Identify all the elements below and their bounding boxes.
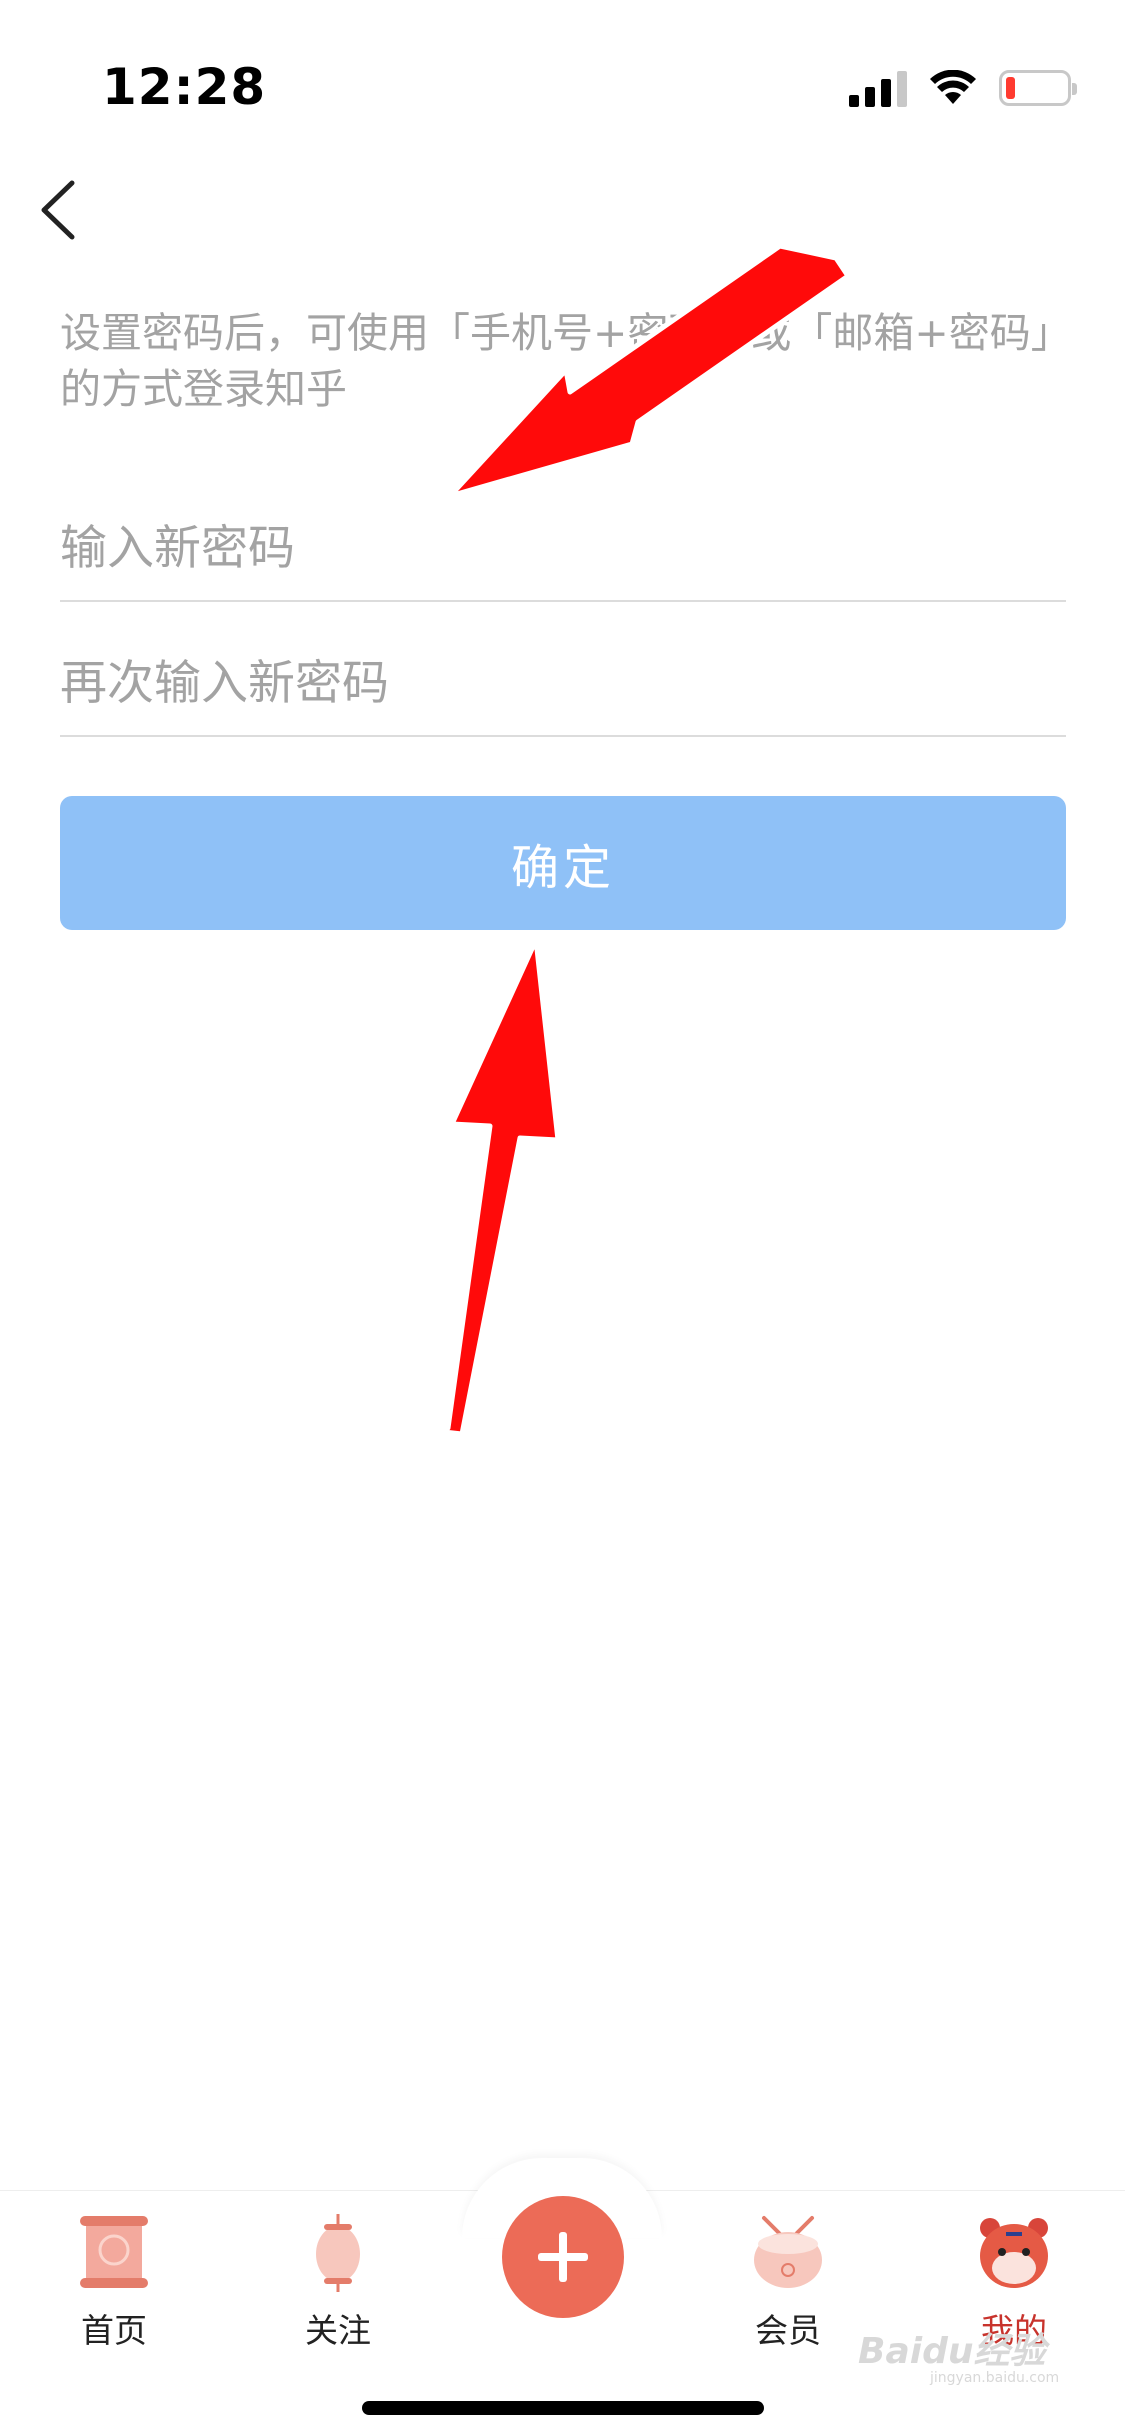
tab-home[interactable]: 首页	[44, 2212, 184, 2352]
tab-home-label: 首页	[81, 2311, 147, 2350]
tab-follow-label: 关注	[305, 2311, 371, 2350]
tab-member[interactable]: 会员	[718, 2212, 858, 2352]
screen: 12:28 设置密码后，可使用「手机号+密码」或「邮箱+密码」的方式登录知乎 确…	[0, 0, 1125, 2436]
tiger-icon	[980, 2218, 1048, 2288]
lantern-icon	[316, 2214, 360, 2292]
tab-follow[interactable]: 关注	[268, 2212, 408, 2352]
tab-member-label: 会员	[755, 2311, 821, 2350]
watermark-sub: jingyan.baidu.com	[930, 2370, 1060, 2386]
home-indicator	[362, 2401, 764, 2415]
scroll-icon	[80, 2216, 148, 2288]
drum-icon	[754, 2216, 822, 2288]
annotation-arrows	[441, 243, 851, 1437]
watermark: Baidu经验	[858, 2331, 1046, 2372]
annotation-arrow-upper	[447, 243, 851, 499]
annotation-arrow-lower	[441, 937, 561, 1437]
add-button[interactable]	[502, 2196, 624, 2318]
